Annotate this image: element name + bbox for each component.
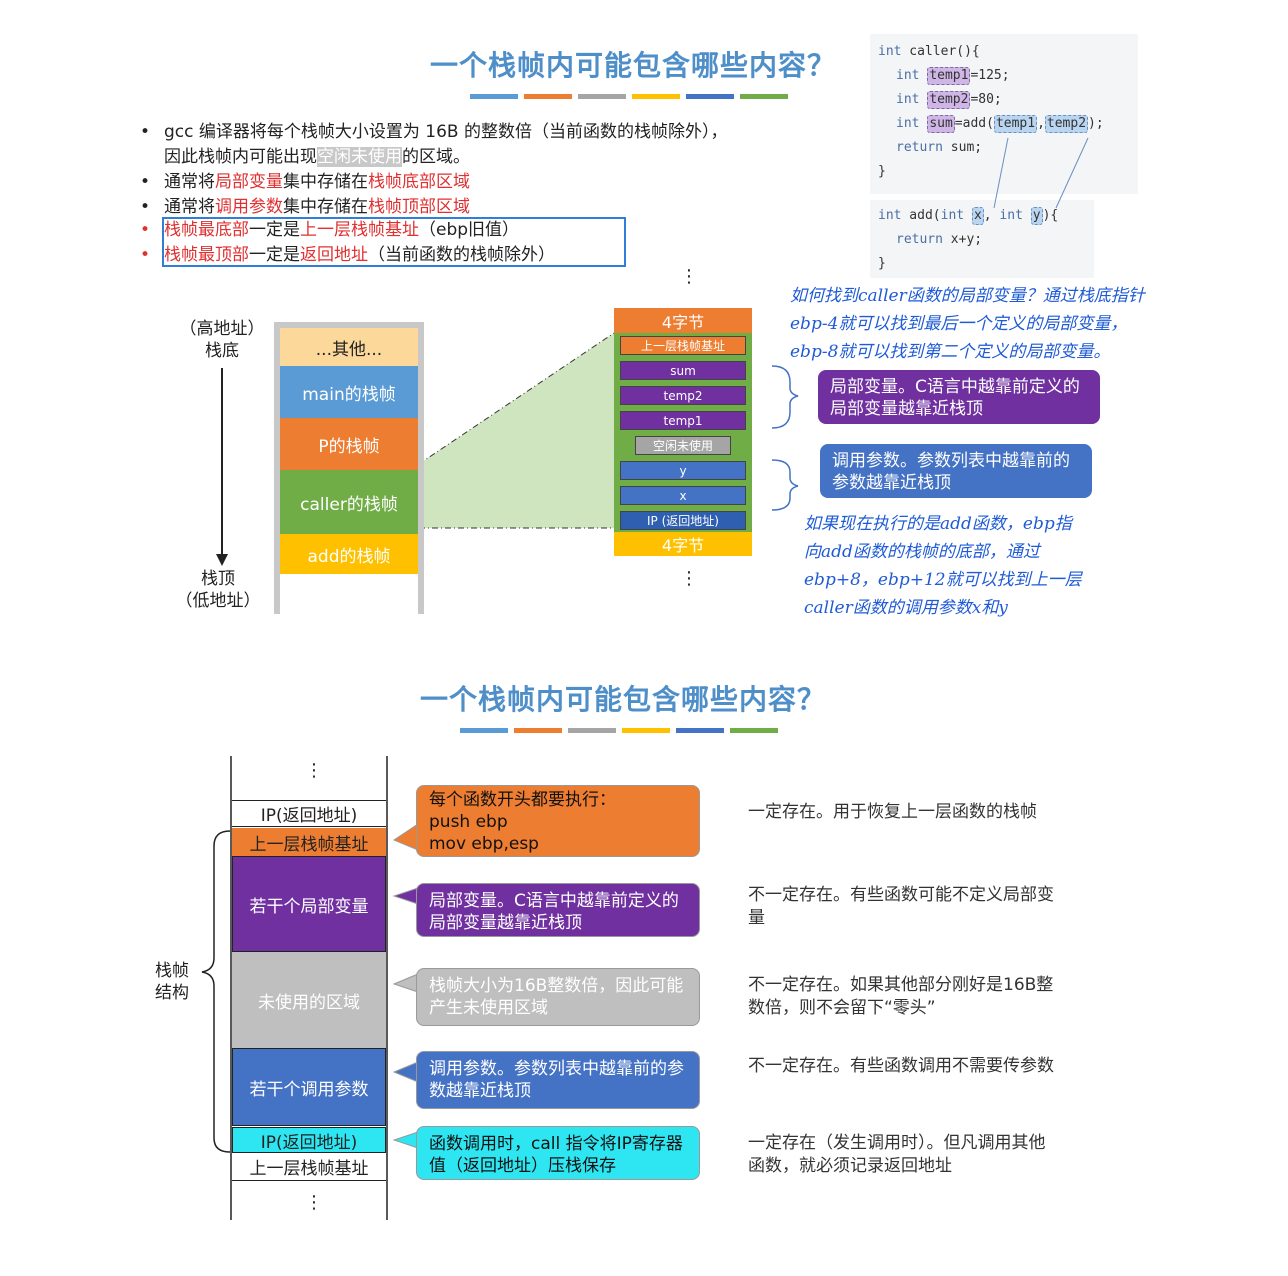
stack-block-other: ...其他... xyxy=(280,328,418,366)
vdots-top-2: ⋮ xyxy=(305,760,323,781)
block-ebp-bottom: 上一层栈帧基址 xyxy=(232,1153,386,1181)
hand-line: 向add函数的栈帧的底部，通过 xyxy=(804,542,1040,562)
handwritten-note-1: 如何找到caller函数的局部变量？通过栈底指针 ebp-4就可以找到最后一个定… xyxy=(790,282,1145,366)
callout-ip-2: 函数调用时，call 指令将IP寄存器值（返回地址）压栈保存 xyxy=(416,1126,700,1180)
detail-unused-row: 空闲未使用 xyxy=(614,433,752,458)
note-params: 不一定存在。有些函数调用不需要传参数 xyxy=(748,1056,1054,1076)
detail-temp1-row: temp1 xyxy=(614,408,752,433)
note-ip: 一定存在（发生调用时）。但凡调用其他函数，就必须记录返回地址 xyxy=(748,1133,1046,1176)
stack-block-caller: caller的栈帧 xyxy=(280,470,418,534)
color-bar xyxy=(676,728,724,733)
detail-x: x xyxy=(620,486,746,505)
stack-column: ...其他... main的栈帧 P的栈帧 caller的栈帧 add的栈帧 xyxy=(274,322,424,614)
vdots-bottom: ⋮ xyxy=(680,568,698,589)
hand-line: ebp-8就可以找到第二个定义的局部变量。 xyxy=(790,342,1111,362)
detail-ebp: 上一层栈帧基址 xyxy=(620,336,746,355)
note-locals: 不一定存在。有些函数可能不定义局部变量 xyxy=(748,885,1054,928)
stack-block-p: P的栈帧 xyxy=(280,418,418,470)
stack-block-main: main的栈帧 xyxy=(280,366,418,418)
note-unused: 不一定存在。如果其他部分刚好是16B整数倍，则不会留下“零头” xyxy=(748,975,1054,1018)
brace-params xyxy=(771,459,799,511)
frame-brace xyxy=(201,830,231,1153)
hand-line: 如何找到caller函数的局部变量？通过栈底指针 xyxy=(790,286,1145,306)
detail-temp2-row: temp2 xyxy=(614,383,752,408)
callout-params-2: 调用参数。参数列表中越靠前的参数越靠近栈顶 xyxy=(416,1051,700,1109)
detail-temp2: temp2 xyxy=(620,386,746,405)
hand-line: ebp-4就可以找到最后一个定义的局部变量， xyxy=(790,314,1128,334)
detail-y-row: y xyxy=(614,458,752,483)
note-ebp: 一定存在。用于恢复上一层函数的栈帧 xyxy=(748,802,1037,822)
block-params: 若干个调用参数 xyxy=(232,1048,386,1126)
pointer-params xyxy=(392,1061,419,1083)
handwritten-note-2: 如果现在执行的是add函数，ebp指 向add函数的栈帧的底部，通过 ebp+8… xyxy=(804,510,1082,622)
zoom-wedge xyxy=(419,333,614,528)
detail-y: y xyxy=(620,461,746,480)
detail-top-4bytes: 4字节 xyxy=(614,308,752,333)
block-unused: 未使用的区域 xyxy=(232,952,386,1048)
detail-ip-row: IP (返回地址) xyxy=(614,508,752,532)
frame-detail: 4字节 上一层栈帧基址 sum temp2 temp1 空闲未使用 y x IP… xyxy=(614,308,752,556)
brace-locals xyxy=(771,365,799,429)
arrow-head xyxy=(216,554,228,566)
pointer-prologue xyxy=(392,823,419,851)
low-address-label: 栈顶 （低地址） xyxy=(175,569,261,611)
detail-ip: IP (返回地址) xyxy=(620,510,746,530)
callout-prologue: 每个函数开头都要执行： push ebp mov ebp,esp xyxy=(416,785,700,857)
hand-line: ebp+8，ebp+12就可以找到上一层 xyxy=(804,570,1082,590)
detail-x-row: x xyxy=(614,483,752,508)
block-ebp: 上一层栈帧基址 xyxy=(232,828,386,856)
block-locals: 若干个局部变量 xyxy=(232,856,386,952)
detail-sum: sum xyxy=(620,361,746,380)
callout-unused-2: 栈帧大小为16B整数倍，因此可能产生未使用区域 xyxy=(416,968,700,1026)
vdots-top: ⋮ xyxy=(680,266,698,287)
arg-arrow-y xyxy=(1055,137,1089,209)
high-address-label: （高地址） 栈底 xyxy=(179,319,265,361)
stack-block-add: add的栈帧 xyxy=(280,534,418,574)
detail-sum-row: sum xyxy=(614,358,752,383)
color-bar xyxy=(514,728,562,733)
detail-bottom-4bytes: 4字节 xyxy=(614,532,752,556)
pointer-locals xyxy=(392,887,419,905)
detail-unused: 空闲未使用 xyxy=(635,436,731,455)
section2-title: 一个栈帧内可能包含哪些内容？ xyxy=(420,683,827,716)
arg-arrow-x xyxy=(993,137,1009,209)
color-bar xyxy=(568,728,616,733)
color-bar xyxy=(730,728,778,733)
block-ip: IP(返回地址) xyxy=(232,1127,386,1153)
callout-local-vars: 局部变量。C语言中越靠前定义的局部变量越靠近栈顶 xyxy=(818,370,1100,424)
section2-color-bars xyxy=(460,728,778,733)
hand-line: caller函数的调用参数x和y xyxy=(804,598,1008,618)
block-ip-top: IP(返回地址) xyxy=(232,800,386,827)
pointer-unused xyxy=(392,973,419,993)
color-bar xyxy=(622,728,670,733)
callout-params: 调用参数。参数列表中越靠前的参数越靠近栈顶 xyxy=(820,444,1092,498)
color-bar xyxy=(460,728,508,733)
pointer-ip xyxy=(392,1131,419,1149)
detail-ebp-row: 上一层栈帧基址 xyxy=(614,333,752,358)
vdots-bottom-2: ⋮ xyxy=(305,1192,323,1213)
hand-line: 如果现在执行的是add函数，ebp指 xyxy=(804,514,1072,534)
detail-temp1: temp1 xyxy=(620,411,746,430)
callout-line: push ebp xyxy=(429,812,508,832)
frame-structure-label: 栈帧 结构 xyxy=(155,961,189,1003)
callout-line: mov ebp,esp xyxy=(429,834,539,854)
callout-line: 每个函数开头都要执行： xyxy=(429,790,616,810)
callout-locals-2: 局部变量。C语言中越靠前定义的局部变量越靠近栈顶 xyxy=(416,883,700,937)
